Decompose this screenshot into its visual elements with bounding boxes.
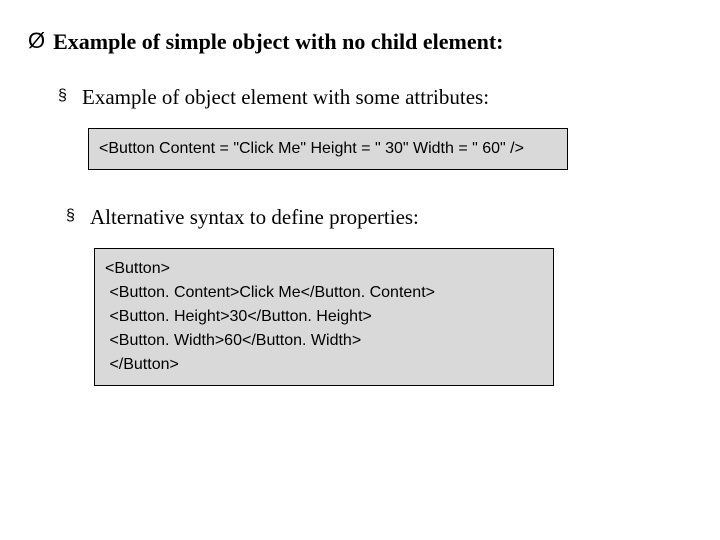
square-bullet-icon: § xyxy=(66,204,80,227)
subheading-attributes: § Example of object element with some at… xyxy=(58,84,692,110)
subheading-alternative: § Alternative syntax to define propertie… xyxy=(66,204,692,230)
arrow-bullet-icon: Ø xyxy=(28,28,45,54)
square-bullet-icon: § xyxy=(58,84,72,107)
subheading-alternative-text: Alternative syntax to define properties: xyxy=(90,204,419,230)
main-heading: Ø Example of simple object with no child… xyxy=(28,28,692,56)
subheading-attributes-text: Example of object element with some attr… xyxy=(82,84,489,110)
code-block-alternative: <Button> <Button. Content>Click Me</Butt… xyxy=(94,248,554,386)
code-block-attributes: <Button Content = "Click Me" Height = " … xyxy=(88,128,568,170)
main-heading-text: Example of simple object with no child e… xyxy=(53,28,503,56)
